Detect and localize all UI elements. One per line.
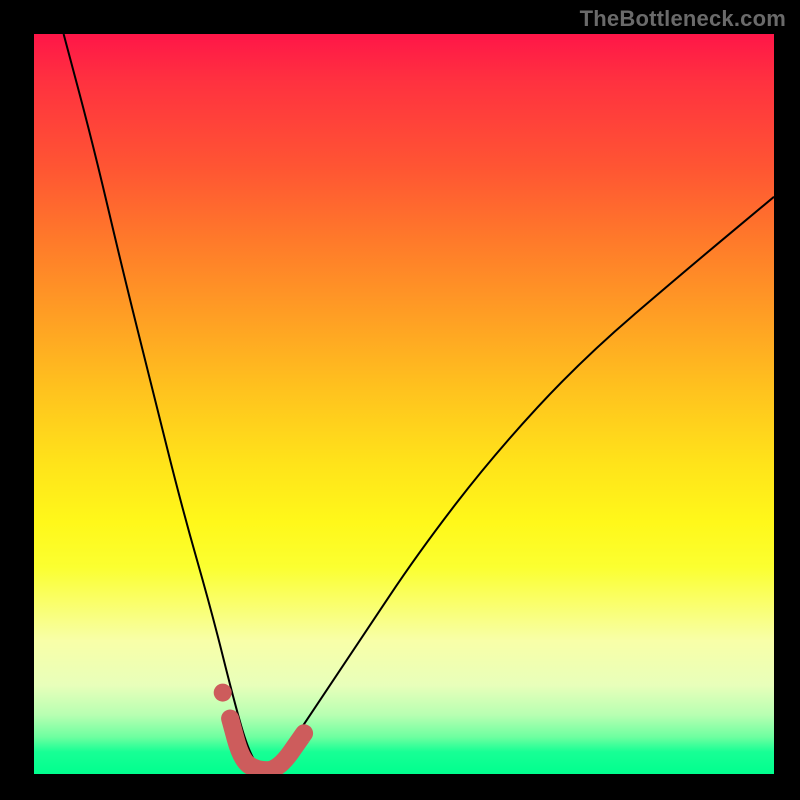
curve-layer <box>34 34 774 774</box>
accent-dot <box>214 684 232 702</box>
chart-frame: TheBottleneck.com <box>0 0 800 800</box>
plot-area <box>34 34 774 774</box>
watermark-text: TheBottleneck.com <box>580 6 786 32</box>
curve-right-branch <box>263 197 774 774</box>
accent-u-highlight <box>230 719 304 771</box>
curve-left-branch <box>64 34 264 774</box>
